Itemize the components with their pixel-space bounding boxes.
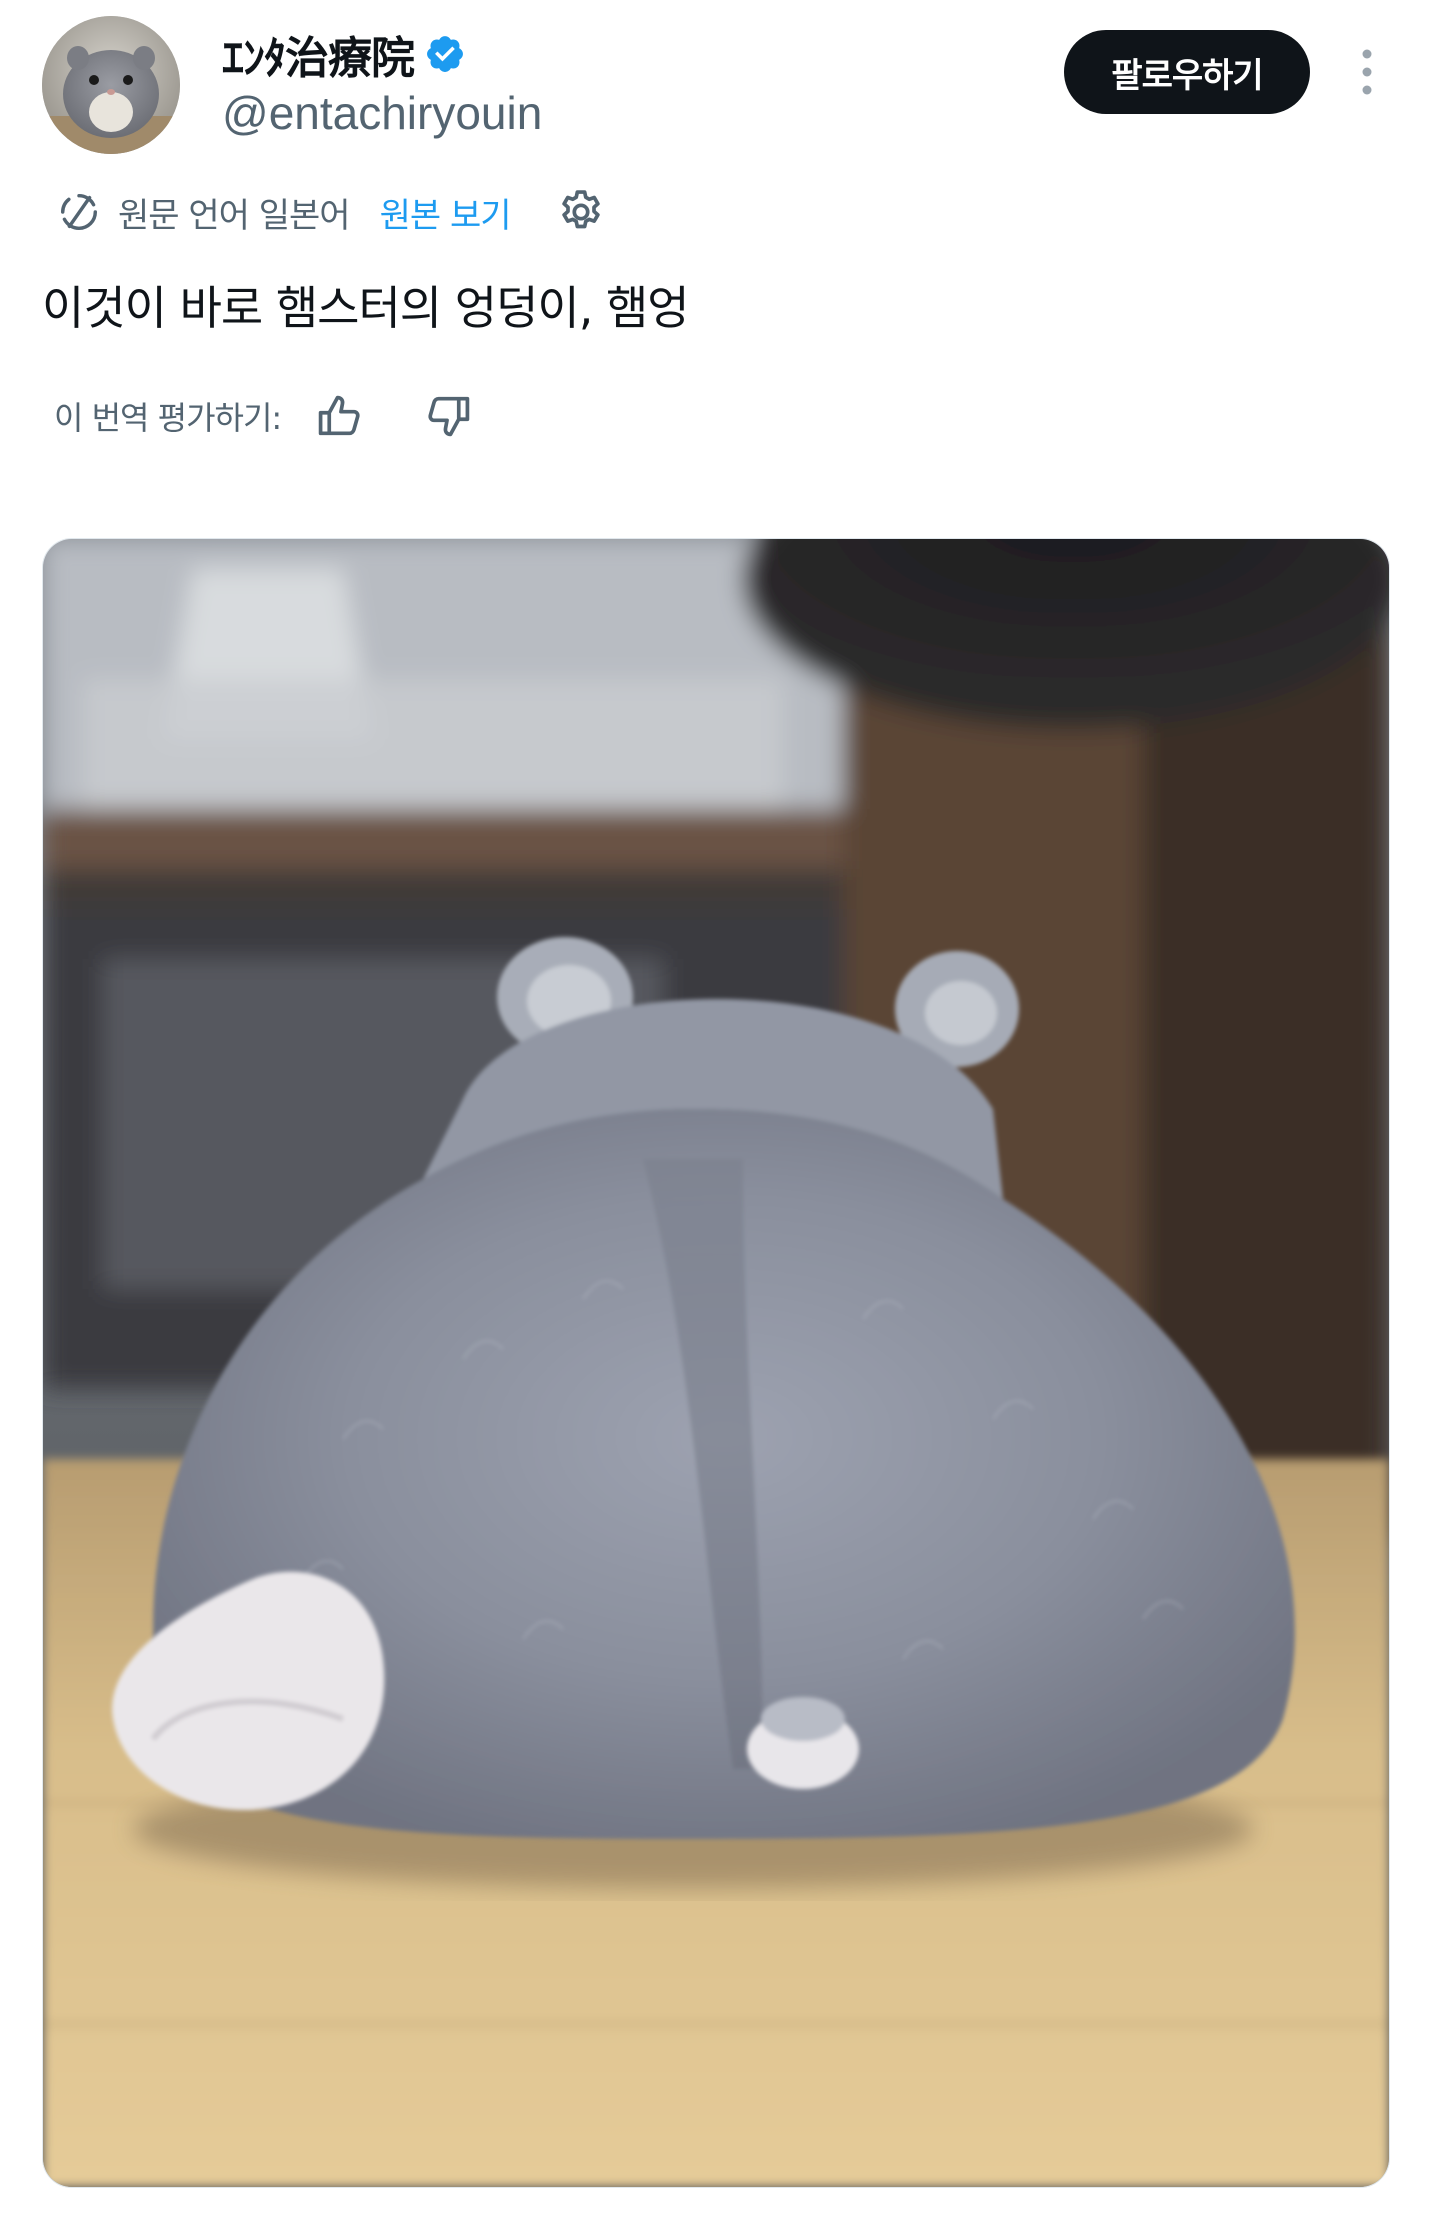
translation-source-label: 원문 언어 일본어 [118, 195, 351, 236]
display-name[interactable]: ｴﾝﾀ治療院 [222, 22, 415, 86]
show-original-link[interactable]: 원본 보기 [380, 188, 512, 237]
more-vertical-icon [1362, 49, 1372, 95]
avatar[interactable] [42, 16, 180, 154]
translate-icon [60, 193, 98, 231]
more-options-button[interactable] [1340, 42, 1394, 102]
translation-bar: 원문 언어 일본어 원본 보기 [56, 184, 607, 240]
tweet-media-photo[interactable] [42, 538, 1390, 2188]
rate-translation-label: 이 번역 평가하기: [54, 399, 282, 437]
avatar-image [42, 16, 180, 154]
thumbs-up-icon [318, 395, 360, 436]
thumbs-down-button[interactable] [419, 386, 479, 446]
thumbs-down-icon [428, 396, 470, 437]
thumbs-up-button[interactable] [309, 386, 369, 446]
hamster-photo [43, 539, 1389, 2187]
tweet-text: 이것이 바로 햄스터의 엉덩이, 햄엉 [42, 281, 690, 335]
verified-badge-icon [427, 36, 463, 72]
name-row: ｴﾝﾀ治療院 [222, 24, 466, 84]
rate-translation-row: 이 번역 평가하기: [54, 386, 479, 446]
tweet-header: ｴﾝﾀ治療院 @entachiryouin 팔로우하기 [0, 0, 1440, 170]
follow-button[interactable]: 팔로우하기 [1064, 30, 1310, 114]
account-handle[interactable]: @entachiryouin [222, 86, 542, 140]
gear-icon[interactable] [555, 186, 607, 238]
